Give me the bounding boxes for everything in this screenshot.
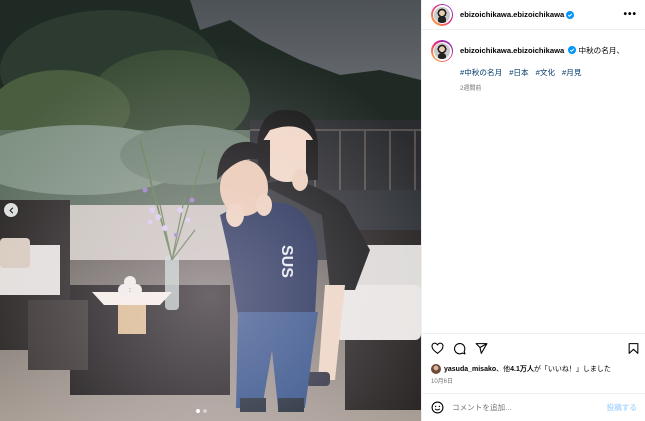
more-options-button[interactable]: ••• [623,9,637,20]
liked-by-user[interactable]: yasuda_misako [444,366,496,373]
post-date: 10月6日 [431,379,454,385]
hashtag-link[interactable]: #文化 [536,67,555,78]
verified-badge-icon [566,10,575,19]
likes-count[interactable]: 4.1万人 [510,364,534,374]
caption-text: ebizoichikawa.ebizoichikawa 中秋の名月、 [460,40,624,57]
heart-icon[interactable] [431,342,444,355]
post-header: ebizoichikawa.ebizoichikawa ••• [422,0,645,30]
caption-body: 中秋の名月、 [578,46,625,55]
caption-username[interactable]: ebizoichikawa.ebizoichikawa [460,46,564,55]
post-photo[interactable]: SUS [0,0,421,421]
caption-block: ebizoichikawa.ebizoichikawa 中秋の名月、 #中秋の名… [431,40,641,92]
carousel-indicator [196,409,207,413]
share-icon[interactable] [475,342,488,355]
avatar[interactable] [431,3,453,26]
carousel-dot [196,409,200,413]
likes-middle-text: 、他 [496,366,511,373]
carousel-dot [203,409,207,413]
post-sidebar: ebizoichikawa.ebizoichikawa ••• ebizoich… [421,0,645,421]
likes-summary: yasuda_misako 、他 4.1万人 が「いいね！」しました [431,364,611,374]
likes-suffix-text: が「いいね！」しました [533,366,611,373]
avatar[interactable] [431,364,441,374]
emoji-icon[interactable] [431,401,444,414]
username-link[interactable]: ebizoichikawa.ebizoichikawa [460,10,564,19]
hashtag-link[interactable]: #日本 [509,67,528,78]
post-comment-button[interactable]: 投稿する [607,402,637,413]
hashtag-link[interactable]: #中秋の名月 [460,67,502,78]
post-time-ago: 2週間前 [460,86,482,92]
bookmark-icon[interactable] [627,342,640,355]
action-bar [422,333,645,363]
chevron-left-icon [8,206,13,214]
hashtag-link[interactable]: #月見 [562,67,581,78]
comment-icon[interactable] [453,342,466,355]
verified-badge-icon [568,46,577,54]
comment-bar: 投稿する [422,393,645,421]
hashtag-list: #中秋の名月 #日本 #文化 #月見 [460,67,641,78]
carousel-previous-button[interactable] [4,203,18,217]
avatar[interactable] [431,40,453,62]
photo-scene: SUS [0,0,421,421]
comment-input[interactable] [452,403,592,412]
